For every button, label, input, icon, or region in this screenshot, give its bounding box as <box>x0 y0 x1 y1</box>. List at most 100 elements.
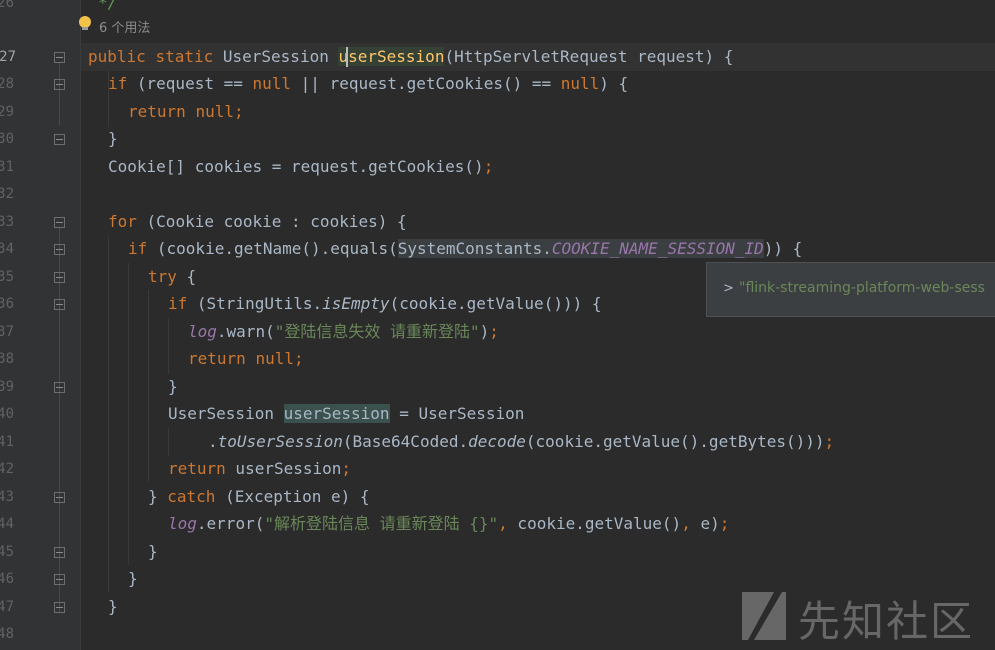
value-tooltip-popup[interactable]: > "flink-streaming-platform-web-sess <box>706 262 995 317</box>
code-text: (cookie.getValue())) { <box>389 294 602 313</box>
semicolon: ; <box>824 432 835 451</box>
line-number: 40 <box>0 406 14 422</box>
line-number: 35 <box>0 269 14 285</box>
static-method: decode <box>468 432 526 451</box>
code-editor[interactable]: 26 27 28 29 30 31 32 33 34 35 36 37 38 3… <box>0 0 995 650</box>
code-text: (Exception e) { <box>215 487 370 506</box>
code-line-44[interactable]: log.error("解析登陆信息 请重新登陆 {}", cookie.getV… <box>168 510 729 538</box>
semicolon: ; <box>483 157 494 176</box>
code-line-39[interactable]: } <box>168 373 178 401</box>
variable-usage: userSession <box>283 404 390 423</box>
comma: , <box>681 514 691 533</box>
keyword: if <box>168 294 188 313</box>
comment-end: */ <box>98 0 118 12</box>
code-text: userSession <box>225 459 342 478</box>
code-text: } <box>148 487 168 506</box>
code-text: } <box>148 542 158 561</box>
code-line-41[interactable]: .toUserSession(Base64Coded.decode(cookie… <box>208 428 834 456</box>
code-line-46[interactable]: } <box>128 565 138 593</box>
code-line-27[interactable]: public static UserSession userSession(Ht… <box>88 43 733 71</box>
semicolon: ; <box>719 514 730 533</box>
line-number: 36 <box>0 296 14 312</box>
fold-icon[interactable] <box>54 217 65 228</box>
method-declaration: userSession <box>338 47 445 66</box>
comma: , <box>498 514 508 533</box>
line-number: 30 <box>0 131 14 147</box>
lightbulb-icon[interactable] <box>79 16 91 30</box>
keyword: null <box>195 102 234 121</box>
string-literal: "解析登陆信息 请重新登陆 {}" <box>264 514 499 533</box>
code-line-33[interactable]: for (Cookie cookie : cookies) { <box>108 208 407 236</box>
code-line-34[interactable]: if (cookie.getName().equals(SystemConsta… <box>128 235 802 263</box>
code-line-37[interactable]: log.warn("登陆信息失效 请重新登陆"); <box>188 318 499 346</box>
code-line-35[interactable]: try { <box>148 263 196 291</box>
fold-icon[interactable] <box>54 602 65 613</box>
fold-guide <box>59 63 60 125</box>
line-number: 28 <box>0 76 14 92</box>
line-number: 48 <box>0 626 14 642</box>
static-method: toUserSession <box>217 432 343 451</box>
line-number: 42 <box>0 461 14 477</box>
keyword: for <box>108 212 137 231</box>
code-line-42[interactable]: return userSession; <box>168 455 351 483</box>
indent-guide <box>168 318 169 374</box>
line-number: 43 <box>0 489 14 505</box>
keyword: if <box>108 74 128 93</box>
code-text: (HttpServletRequest request) { <box>444 47 734 66</box>
code-text: = UserSession <box>389 404 525 423</box>
line-number: 46 <box>0 571 14 587</box>
code-text: { <box>176 267 197 286</box>
fold-icon[interactable] <box>54 272 65 283</box>
fold-icon[interactable] <box>54 79 65 90</box>
fold-icon[interactable] <box>54 574 65 585</box>
keyword: public <box>88 47 146 66</box>
semicolon: ; <box>293 349 304 368</box>
code-text: (request == <box>127 74 253 93</box>
fold-icon[interactable] <box>54 134 65 145</box>
indent-guide <box>168 428 169 456</box>
code-text: ) { <box>599 74 629 93</box>
indent-guide <box>148 290 149 482</box>
code-line-38[interactable]: return null; <box>188 345 304 373</box>
watermark-text: 先知社区 <box>798 597 975 646</box>
line-number: 34 <box>0 241 14 257</box>
code-line-40[interactable]: UserSession userSession = UserSession <box>168 400 524 428</box>
line-number: 45 <box>0 544 14 560</box>
fold-icon[interactable] <box>54 52 65 63</box>
line-number: 26 <box>0 0 14 11</box>
fold-icon[interactable] <box>54 299 65 310</box>
code-line-31[interactable]: Cookie[] cookies = request.getCookies(); <box>108 153 493 181</box>
keyword: null <box>255 349 294 368</box>
code-text: (StringUtils. <box>187 294 323 313</box>
code-line-47[interactable]: } <box>108 593 118 621</box>
keyword: return <box>128 102 186 121</box>
usage-hint[interactable]: 6 个用法 <box>99 18 150 40</box>
chevron-right-icon[interactable]: > <box>723 281 734 296</box>
code-text: .error( <box>196 514 265 533</box>
code-line-45[interactable]: } <box>148 538 158 566</box>
code-text: ) <box>479 322 490 341</box>
keyword: null <box>252 74 292 93</box>
code-text: (Base64Coded. <box>342 432 469 451</box>
code-line-36[interactable]: if (StringUtils.isEmpty(cookie.getValue(… <box>168 290 601 318</box>
code-line-28[interactable]: if (request == null || request.getCookie… <box>108 70 628 98</box>
code-line-30[interactable]: } <box>108 125 118 153</box>
line-number: 38 <box>0 351 14 367</box>
line-number: 39 <box>0 379 14 395</box>
code-text: Cookie[] cookies = request.getCookies() <box>108 157 484 176</box>
constant-field: COOKIE_NAME_SESSION_ID <box>551 239 764 258</box>
code-text: (cookie.getName().equals( <box>147 239 398 258</box>
code-text: )) { <box>763 239 803 258</box>
code-text: .warn( <box>216 322 275 341</box>
fold-icon[interactable] <box>54 492 65 503</box>
code-text: . <box>208 432 218 451</box>
code-line-29[interactable]: return null; <box>128 98 244 126</box>
fold-icon[interactable] <box>54 382 65 393</box>
editor-gutter[interactable]: 26 27 28 29 30 31 32 33 34 35 36 37 38 3… <box>0 0 80 650</box>
code-line-43[interactable]: } catch (Exception e) { <box>148 483 370 511</box>
tooltip-value: "flink-streaming-platform-web-sess <box>739 280 985 296</box>
line-number: 37 <box>0 324 14 340</box>
semicolon: ; <box>341 459 352 478</box>
fold-icon[interactable] <box>54 244 65 255</box>
fold-icon[interactable] <box>54 547 65 558</box>
